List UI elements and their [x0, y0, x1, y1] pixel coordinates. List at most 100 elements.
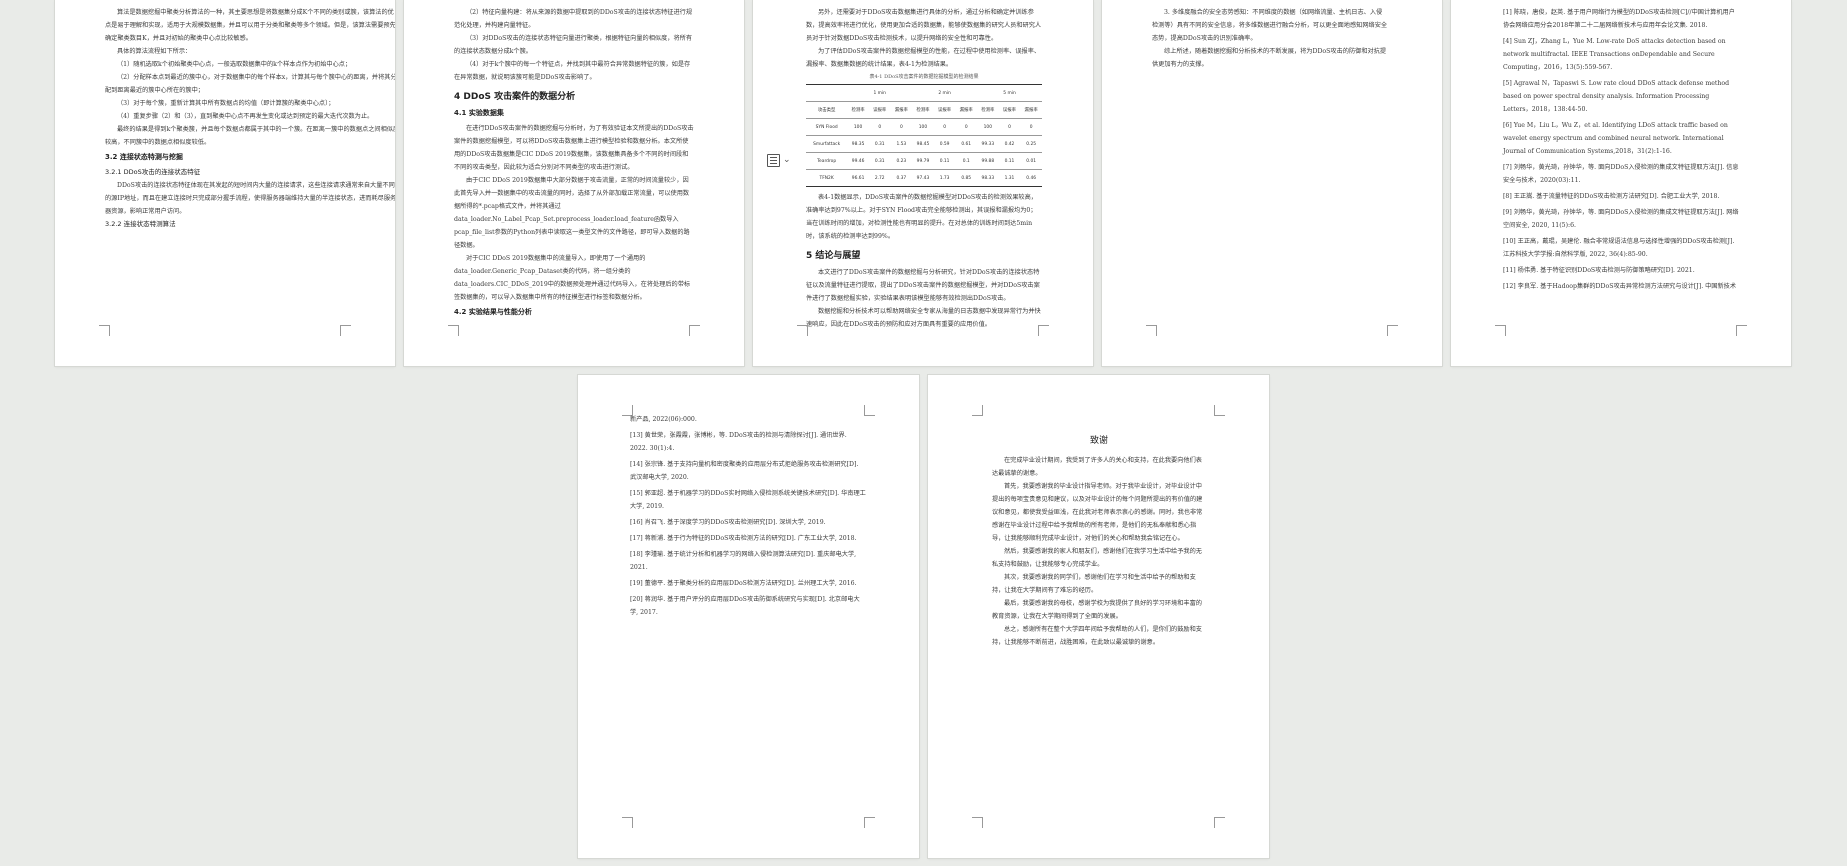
table-cell: 100	[977, 118, 999, 136]
table-cell: 1.31	[998, 169, 1021, 187]
reference-item: [13] 黄世荣，张霞霞，张博彬，等. DDoS攻击的检测与清除探讨[J]. 通…	[630, 432, 847, 452]
margin-mark	[864, 817, 875, 828]
page-7-body: 致谢 在完成毕业设计期间，我受到了许多人的关心和支持，在此我要向他们表达最诚挚的…	[992, 435, 1206, 649]
page-3-body: 另外，还需要对于DDoS攻击数据集进行具体的分析，通过分析和确定并训练参数，提高…	[806, 6, 1042, 331]
paragraph: 另外，还需要对于DDoS攻击数据集进行具体的分析，通过分析和确定并训练参数，提高…	[806, 9, 1042, 42]
table-cell: 96.61	[847, 169, 869, 187]
margin-mark	[622, 817, 633, 828]
reference-item: [7] 刘畅华，黄光琦，孙钟华，等. 面向DDoS入侵检测的集成文特征提取方法[…	[1503, 164, 1739, 184]
table-cell: 0.11	[933, 152, 956, 170]
reference-item: [12] 李良军. 基于Hadoop集群的DDoS攻击异常检测方法研究与设计[J…	[1503, 283, 1737, 290]
table-caption: 表4-1 DDoS攻击案件的数据挖掘模型的检测结果	[869, 74, 979, 80]
list-item: （4）重复步骤（2）和（3），直到聚类中心点不再发生变化或达到预定的最大迭代次数…	[117, 113, 374, 120]
margin-mark	[1214, 405, 1225, 416]
table-header-row: 1 min 2 min 5 min	[806, 84, 1042, 102]
reference-item: [19] 董德平. 基于聚类分析的应用层DDoS检测方法研究[D]. 兰州理工大…	[630, 580, 857, 587]
reference-item: [4] Sun ZJ，Zhang L，Yue M. Low-rate DoS a…	[1503, 38, 1726, 71]
subsection-heading: 4.2 实验结果与性能分析	[454, 308, 532, 316]
margin-mark	[972, 817, 983, 828]
table-header-row: 攻击类型 检测率 误报率 漏报率 检测率 误报率 漏报率 检测率 误报率 漏报率	[806, 101, 1042, 119]
layout-options-button[interactable]: ⌄	[767, 150, 803, 170]
page-6-body: 新产品, 2022(06):000. [13] 黄世荣，张霞霞，张博彬，等. D…	[630, 413, 866, 622]
reference-item: [14] 张宗锋. 基于支持向量机和密度聚类的应用层分布式拒绝服务攻击检测研究[…	[630, 461, 859, 481]
section-heading: 5 结论与展望	[806, 251, 861, 261]
table-header-cell: 误报率	[998, 101, 1021, 119]
table-header-cell: 2 min	[912, 84, 978, 102]
table-cell: 0.23	[890, 152, 913, 170]
table-cell: 0	[955, 118, 978, 136]
table-cell: 0.61	[955, 135, 978, 153]
paragraph: 综上所述，随着数据挖掘和分析技术的不断发展，将为DDoS攻击的防御和对抗提供更加…	[1152, 48, 1387, 68]
paragraph: 然后，我要感谢我的家人和朋友们，感谢他们在我学习生活中给予我的无私支持和鼓励，让…	[992, 548, 1202, 568]
document-page-2: （2）特征向量构建：将从来源的数据中提取到的DDoS攻击的连接状态特征进行规范化…	[404, 0, 744, 366]
paragraph: 在完成毕业设计期间，我受到了许多人的关心和支持，在此我要向他们表达最诚挚的谢意。	[992, 457, 1202, 477]
reference-item: [18] 李瑾瑜. 基于统计分析和机器学习的网络入侵检测算法研究[D]. 重庆邮…	[630, 551, 857, 571]
table-cell: 0.11	[998, 152, 1021, 170]
table-header-cell	[806, 84, 848, 102]
page-2-body: （2）特征向量构建：将从来源的数据中提取到的DDoS攻击的连接状态特征进行规范化…	[454, 6, 694, 321]
document-page-3: 另外，还需要对于DDoS攻击数据集进行具体的分析，通过分析和确定并训练参数，提高…	[753, 0, 1093, 366]
reference-item: [10] 王正高，戴琨，吴建伦. 融合非常规语法信息与选择性增强的DDoS攻击检…	[1503, 238, 1735, 258]
reference-item: [5] Agrawal N，Tapaswi S. Low rate cloud …	[1503, 80, 1730, 113]
table-cell: 0.59	[933, 135, 956, 153]
list-item: （3）对DDoS攻击的连接状态特征向量进行聚类，根据特征向量的相似度，将所有的连…	[454, 35, 693, 55]
reference-item: [11] 杨伟勇. 基于特征识别DDoS攻击检测与防御策略研究[D]. 2021…	[1503, 267, 1695, 274]
table-cell: 99.79	[912, 152, 934, 170]
document-page-5: [1] 陈晓，唐俊，赵英. 基于用户网络行为模型的DDoS攻击检测[C]//中国…	[1451, 0, 1791, 366]
table-row: SYN Flood 100 0 0 100 0 0 100 0 0	[806, 118, 1042, 136]
acknowledgement-title: 致谢	[1089, 436, 1108, 446]
table-header-cell: 漏报率	[955, 101, 978, 119]
list-item: （2）特征向量构建：将从来源的数据中提取到的DDoS攻击的连接状态特征进行规范化…	[454, 9, 693, 29]
subsection-heading: 3.2.1 DDoS攻击的连接状态特征	[105, 168, 201, 176]
table-cell: 1.73	[933, 169, 956, 187]
subsection-heading: 3.2.2 连接状态特测算法	[105, 220, 176, 228]
paragraph: 最终的结果是得到k个聚类簇，并且每个数据点都属于其中的一个簇。在距离一簇中的数据…	[105, 126, 395, 146]
table-cell: 0	[998, 118, 1021, 136]
paragraph: DDoS攻击的连接状态特征体现在其发起的短时间内大量的连接请求，这些连接请求通常…	[105, 182, 395, 215]
table-cell: 1.53	[890, 135, 913, 153]
paragraph: 数据挖掘和分析技术可以帮助网络安全专家从海量的日志数据中发现异常行为并快速响应，…	[806, 308, 1041, 328]
table-row: Teardrop 99.46 0.31 0.23 99.79 0.11 0.1 99.88 0.…	[806, 152, 1042, 170]
margin-mark	[1387, 325, 1398, 336]
table-cell: 0.46	[1020, 169, 1042, 187]
table-cell: 0	[890, 118, 913, 136]
table-body: SYN Flood 100 0 0 100 0 0 100 0 0 Smurfattack 98.35…	[806, 118, 1042, 187]
page-4-body: 3. 多维度融合的安全态势感知：不同维度的数据（如网络流量、主机日志、入侵检测等…	[1152, 6, 1388, 71]
reference-item: [16] 肖召飞. 基于深度学习的DDoS攻击检测研究[D]. 深圳大学, 20…	[630, 519, 826, 526]
margin-mark	[448, 325, 459, 336]
table-cell: 0	[933, 118, 956, 136]
table-row: Smurfattack 98.35 0.31 1.53 98.45 0.59 0.61 99.…	[806, 135, 1042, 153]
paragraph: 为了评估DDoS攻击案件的数据挖掘模型的性能，在过程中使用检测率、误报率、漏报率…	[806, 48, 1041, 68]
paragraph: 首先，我要感谢我的毕业设计指导老师。对于我毕业设计，对毕业设计中提出的每项宝贵意…	[992, 483, 1203, 542]
table-header-cell: 检测率	[847, 101, 869, 119]
margin-mark	[689, 325, 700, 336]
table-cell: Teardrop	[806, 152, 848, 170]
table-header-cell: 误报率	[933, 101, 956, 119]
table-cell: 0.42	[998, 135, 1021, 153]
table-cell: 2.72	[868, 169, 891, 187]
page-5-body: [1] 陈晓，唐俊，赵英. 基于用户网络行为模型的DDoS攻击检测[C]//中国…	[1503, 6, 1739, 296]
table-cell: 0.37	[890, 169, 913, 187]
table-cell: 0	[1020, 118, 1042, 136]
table-header-cell: 攻击类型	[806, 101, 848, 119]
paragraph: 在进行DDoS攻击案件的数据挖掘与分析时，为了有效验证本文所提出的DDoS攻击案…	[454, 125, 694, 171]
document-page-7: 致谢 在完成毕业设计期间，我受到了许多人的关心和支持，在此我要向他们表达最诚挚的…	[928, 375, 1269, 858]
paragraph: 对于CIC DDoS 2019数据集中的流量导入，即使用了一个通用的data_l…	[454, 255, 691, 301]
table-cell: Smurfattack	[806, 135, 848, 153]
margin-mark	[99, 325, 110, 336]
list-item: （2）分配样本点到最近的簇中心，对于数据集中的每个样本x，计算其与每个簇中心的距…	[105, 74, 395, 94]
table-cell: 0.01	[1020, 152, 1042, 170]
paragraph: 总之，感谢所有在整个大学四年间给予我帮助的人们，是你们的鼓励和支持，让我能够不断…	[992, 626, 1202, 646]
paragraph: 本文进行了DDoS攻击案件的数据挖掘与分析研究，针对DDoS攻击的连接状态特征以…	[806, 269, 1040, 302]
subsection-heading: 4.1 实验数据集	[454, 109, 504, 117]
paragraph: 具体的算法流程如下所示：	[117, 48, 192, 55]
table-cell: TFN2K	[806, 169, 848, 187]
table-header-cell: 漏报率	[1020, 101, 1042, 119]
results-table: 1 min 2 min 5 min 攻击类型 检测率 误报率 漏报率 检测率 误报率 漏报…	[806, 84, 1042, 187]
document-page-6: 新产品, 2022(06):000. [13] 黄世荣，张霞霞，张博彬，等. D…	[578, 375, 919, 858]
table-header-cell: 检测率	[912, 101, 934, 119]
table-cell: 100	[912, 118, 934, 136]
list-item: （4）对于k个簇中的每一个特征点，并找到其中最符合异常数据特征的簇，如是存在异常…	[454, 61, 691, 81]
paragraph: 算法是数据挖掘中聚类分析算法的一种，其主要思想是将数据集分成K个不同的类别或簇，…	[105, 9, 395, 42]
table-cell: 97.43	[912, 169, 934, 187]
